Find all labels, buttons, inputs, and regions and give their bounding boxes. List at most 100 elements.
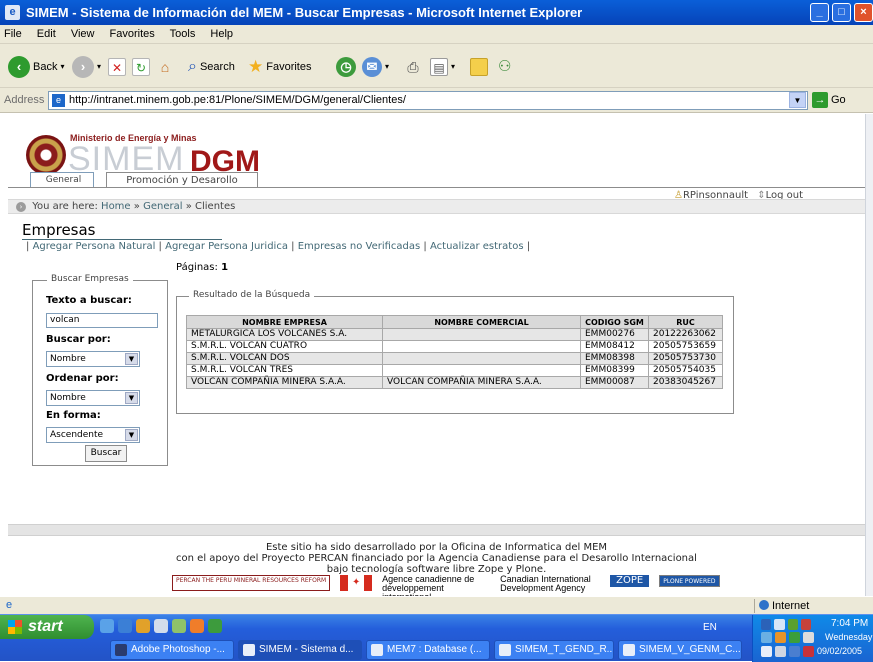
agency-en-logo: Canadian International Development Agenc… xyxy=(500,574,591,593)
chevron-down-icon: ▼ xyxy=(125,429,138,441)
close-button[interactable]: × xyxy=(854,3,873,22)
tray-icon[interactable] xyxy=(789,632,800,643)
actualizar-estratos-link[interactable]: Actualizar estratos xyxy=(430,241,524,252)
breadcrumb-home[interactable]: Home xyxy=(101,201,131,212)
table-row[interactable]: S.M.R.L. VOLCAN TRES EMM08399 2050575403… xyxy=(186,364,723,377)
start-button[interactable]: start xyxy=(0,615,94,639)
status-page-icon: e xyxy=(6,599,13,611)
agregar-persona-natural-link[interactable]: Agregar Persona Natural xyxy=(33,241,156,252)
col-nombre-comercial: NOMBRE COMERCIAL xyxy=(382,315,581,329)
task-simem-v-genm[interactable]: SIMEM_V_GENM_C... xyxy=(618,640,742,660)
tray-icon[interactable] xyxy=(761,632,772,643)
table-row[interactable]: VOLCAN COMPAÑIA MINERA S.A.A. VOLCAN COM… xyxy=(186,376,723,389)
ordenar-por-select[interactable]: Nombre ▼ xyxy=(46,390,140,406)
empresas-no-verificadas-link[interactable]: Empresas no Verificadas xyxy=(298,241,421,252)
agregar-persona-juridica-link[interactable]: Agregar Persona Juridica xyxy=(165,241,288,252)
tray-icon[interactable] xyxy=(787,619,798,630)
cell-nombre-comercial: VOLCAN COMPAÑIA MINERA S.A.A. xyxy=(382,376,581,389)
breadcrumb-bullet-icon: › xyxy=(16,202,26,212)
maximize-button[interactable]: □ xyxy=(832,3,851,22)
firefox-icon[interactable] xyxy=(190,619,204,633)
security-zone: Internet xyxy=(754,599,809,613)
quick-launch xyxy=(100,619,222,633)
en-forma-select[interactable]: Ascendente ▼ xyxy=(46,427,140,443)
tray-icon[interactable] xyxy=(803,632,814,643)
task-mem7[interactable]: MEM7 : Database (... xyxy=(366,640,490,660)
explorer-icon[interactable] xyxy=(154,619,168,633)
media-icon[interactable] xyxy=(136,619,150,633)
language-indicator[interactable]: EN xyxy=(703,622,717,633)
edit-button[interactable]: ▤ ▾ xyxy=(430,56,455,78)
tray-icon[interactable] xyxy=(800,619,811,630)
results-panel: Resultado de la Búsqueda NOMBRE EMPRESA … xyxy=(176,290,734,414)
clock-weekday: Wednesday xyxy=(825,632,873,642)
tray-icon[interactable] xyxy=(803,646,814,657)
menu-file[interactable]: File xyxy=(4,28,22,40)
table-icon xyxy=(499,644,511,656)
task-photoshop[interactable]: Adobe Photoshop -... xyxy=(110,640,234,660)
messenger-icon[interactable] xyxy=(208,619,222,633)
internet-explorer-icon: e xyxy=(5,5,20,20)
tray-icon[interactable] xyxy=(789,646,800,657)
tab-promocion[interactable]: Promoción y Desarollo xyxy=(106,172,258,188)
results-legend: Resultado de la Búsqueda xyxy=(189,290,315,300)
ie-quick-icon[interactable] xyxy=(118,619,132,633)
page-number[interactable]: 1 xyxy=(221,262,228,273)
menu-view[interactable]: View xyxy=(71,28,95,40)
tray-icon[interactable] xyxy=(775,646,786,657)
address-label: Address xyxy=(4,94,45,106)
minimize-button[interactable]: _ xyxy=(810,3,829,22)
tray-icon[interactable] xyxy=(761,646,772,657)
table-row[interactable]: METALURGICA LOS VOLCANES S.A. EMM00276 2… xyxy=(186,328,723,341)
task-simem-t-gend[interactable]: SIMEM_T_GEND_R... xyxy=(494,640,614,660)
clock-time[interactable]: 7:04 PM xyxy=(831,618,868,629)
address-dropdown-button[interactable]: ▼ xyxy=(789,92,806,108)
app-icon[interactable] xyxy=(172,619,186,633)
menu-help[interactable]: Help xyxy=(210,28,233,40)
menu-bar: File Edit View Favorites Tools Help xyxy=(0,25,873,44)
desktop-icon[interactable] xyxy=(100,619,114,633)
stop-button[interactable]: ✕ xyxy=(108,56,126,78)
page-content: Ministerio de Energía y Minas SIMEM DGM … xyxy=(8,114,865,596)
windows-taskbar: start EN Adobe Photoshop -... SIMEM - Si… xyxy=(0,614,873,662)
tray-icon[interactable] xyxy=(761,619,772,630)
tray-icon[interactable] xyxy=(775,632,786,643)
back-button[interactable]: ‹ Back ▾ xyxy=(8,56,64,78)
menu-tools[interactable]: Tools xyxy=(170,28,196,40)
favorites-button[interactable]: ★ Favorites xyxy=(248,56,312,78)
refresh-button[interactable]: ↻ xyxy=(132,56,150,78)
footer-line-2: con el apoyo del Proyecto PERCAN financi… xyxy=(176,553,697,564)
ordenar-por-label: Ordenar por: xyxy=(46,373,119,384)
tray-icon[interactable] xyxy=(774,619,785,630)
star-icon: ★ xyxy=(248,57,264,76)
home-button[interactable]: ⌂ xyxy=(156,56,174,78)
col-nombre-empresa: NOMBRE EMPRESA xyxy=(186,315,383,329)
go-button[interactable]: → Go xyxy=(812,92,846,108)
windows-logo-icon xyxy=(8,620,22,634)
buscar-button[interactable]: Buscar xyxy=(85,445,127,462)
cell-codigo-sgm: EMM00087 xyxy=(580,376,649,389)
forward-button[interactable]: › ▾ xyxy=(72,56,101,78)
search-button[interactable]: ⌕ Search xyxy=(188,56,235,78)
texto-input[interactable]: volcan xyxy=(46,313,158,328)
table-row[interactable]: S.M.R.L. VOLCAN DOS EMM08398 20505753730 xyxy=(186,352,723,365)
pagination: Páginas: 1 xyxy=(176,262,229,273)
history-button[interactable]: ◷ xyxy=(336,56,356,78)
table-row[interactable]: S.M.R.L. VOLCAN CUATRO EMM08412 20505753… xyxy=(186,340,723,353)
chevron-down-icon: ▾ xyxy=(97,62,102,71)
breadcrumb-general[interactable]: General xyxy=(143,201,182,212)
folder-button[interactable] xyxy=(470,56,488,78)
stop-icon: ✕ xyxy=(108,58,126,76)
mail-button[interactable]: ✉ ▾ xyxy=(362,56,389,78)
buscar-por-select[interactable]: Nombre ▼ xyxy=(46,351,140,367)
menu-edit[interactable]: Edit xyxy=(37,28,56,40)
menu-favorites[interactable]: Favorites xyxy=(110,28,155,40)
ministry-emblem-icon xyxy=(26,135,66,175)
task-simem[interactable]: SIMEM - Sistema d... xyxy=(238,640,362,660)
cell-codigo-sgm: EMM08398 xyxy=(580,352,649,365)
address-input[interactable]: e http://intranet.minem.gob.pe:81/Plone/… xyxy=(48,91,808,110)
messenger-button[interactable]: ⚇ xyxy=(498,56,511,78)
tab-general[interactable]: General xyxy=(30,172,94,188)
vertical-scrollbar[interactable] xyxy=(865,114,873,596)
print-button[interactable]: ⎙ xyxy=(404,56,422,78)
